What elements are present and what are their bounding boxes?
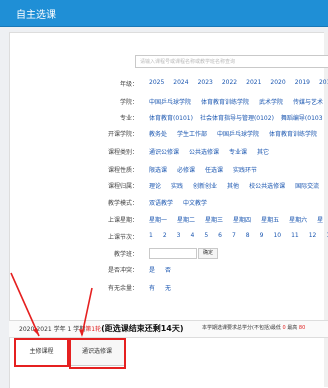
course-attr-option[interactable]: 实践 <box>171 183 183 190</box>
section-option[interactable]: 12 <box>309 232 317 239</box>
college-option[interactable]: 体育教育训练学院 <box>201 99 249 106</box>
filter-options-section: 12345678910111213 <box>149 232 328 239</box>
year-option[interactable]: 2020 <box>270 79 285 86</box>
filter-options-course-attr: 理论 实践 创新创业 其他 校公共选修课 国际交流 <box>149 181 328 190</box>
filter-options-weekday: 星期一 星期二 星期三 星期四 星期五 星期六 星 <box>149 215 328 224</box>
weekday-option[interactable]: 星期六 <box>289 217 307 224</box>
term-info: 2020-2021 学年 1 学期第1轮(距选课结束还剩14天) <box>19 323 184 334</box>
weekday-option[interactable]: 星期一 <box>149 217 167 224</box>
search-input[interactable]: 请输入课程号或课程名称或教学班名称查询 <box>135 55 328 68</box>
filter-options-teach-mode: 双语教学 中文教学 <box>149 198 217 207</box>
credit-info: 本学期选课要求总学分(不包括)最低 0 最高 80 <box>202 324 305 331</box>
major-option[interactable]: 体育教育(0101) <box>149 115 193 122</box>
filter-label-teacher: 教学班： <box>113 251 138 258</box>
course-attr-option[interactable]: 理论 <box>149 183 161 190</box>
weekday-option[interactable]: 星 <box>317 217 323 224</box>
remaining-option[interactable]: 无 <box>165 285 171 292</box>
filter-label-course-type: 课程类别： <box>107 149 138 156</box>
filter-options-course-type: 通识公修课 公共选修课 专业课 其它 <box>149 147 279 156</box>
filter-options-remaining: 有无 <box>149 283 181 292</box>
open-dept-option[interactable]: 学生工作部 <box>177 131 207 138</box>
course-type-option[interactable]: 公共选修课 <box>189 149 219 156</box>
filter-options-year: 2025 2024 2023 2022 2021 2020 2019 2018 <box>149 79 328 86</box>
course-type-option[interactable]: 通识公修课 <box>149 149 179 156</box>
section-option[interactable]: 4 <box>190 232 194 239</box>
term-label: 2020-2021 学年 1 学期 <box>19 326 86 333</box>
filter-label-remaining: 有无余量： <box>107 285 138 292</box>
countdown-label: (距选课结束还剩14天) <box>101 324 184 333</box>
course-attr-option[interactable]: 创新创业 <box>193 183 217 190</box>
course-attr-option[interactable]: 国际交流 <box>295 183 319 190</box>
college-option[interactable]: 武术学院 <box>259 99 283 106</box>
filter-label-conflict: 是否冲突： <box>107 267 138 274</box>
course-type-option[interactable]: 专业课 <box>229 149 247 156</box>
credit-max-label: 最高 <box>287 325 298 331</box>
year-option[interactable]: 2022 <box>222 79 237 86</box>
filter-label-course-nature: 课程性质： <box>107 167 138 174</box>
credit-max: 80 <box>298 325 306 331</box>
section-option[interactable]: 9 <box>260 232 264 239</box>
open-dept-option[interactable]: 教务处 <box>149 131 167 138</box>
section-option[interactable]: 1 <box>149 232 153 239</box>
year-option[interactable]: 2023 <box>198 79 213 86</box>
teach-mode-option[interactable]: 双语教学 <box>149 200 173 207</box>
course-nature-option[interactable]: 实践环节 <box>233 167 257 174</box>
section-option[interactable]: 3 <box>177 232 181 239</box>
section-option[interactable]: 8 <box>246 232 250 239</box>
open-dept-option[interactable]: 中国乒乓球学院 <box>217 131 259 138</box>
conflict-option[interactable]: 是 <box>149 267 155 274</box>
section-option[interactable]: 10 <box>273 232 281 239</box>
credit-min: 0 <box>282 325 286 331</box>
page-title: 自主选课 <box>16 10 56 21</box>
filter-options-conflict: 是否 <box>149 265 181 274</box>
section-option[interactable]: 5 <box>204 232 208 239</box>
filter-options-open-dept: 教务处 学生工作部 中国乒乓球学院 体育教育训练学院 <box>149 129 327 138</box>
confirm-button[interactable]: 确定 <box>198 248 219 259</box>
course-attr-option[interactable]: 校公共选修课 <box>249 183 285 190</box>
section-option[interactable]: 11 <box>291 232 299 239</box>
course-nature-option[interactable]: 限选课 <box>149 167 167 174</box>
section-option[interactable]: 7 <box>232 232 236 239</box>
tab-general-electives[interactable]: 通识选修课 <box>69 338 125 366</box>
round-label: 第1轮 <box>85 326 102 333</box>
filter-options-course-nature: 限选课 必修课 任选课 实践环节 <box>149 165 267 174</box>
weekday-option[interactable]: 星期四 <box>233 217 251 224</box>
weekday-option[interactable]: 星期三 <box>205 217 223 224</box>
teacher-input[interactable] <box>149 248 197 259</box>
filter-label-year: 年级： <box>119 81 138 88</box>
year-option[interactable]: 2025 <box>149 79 164 86</box>
teach-mode-option[interactable]: 中文教学 <box>183 200 207 207</box>
open-dept-option[interactable]: 体育教育训练学院 <box>269 131 317 138</box>
year-option[interactable]: 2024 <box>173 79 188 86</box>
filter-label-college: 学院： <box>119 99 138 106</box>
year-option[interactable]: 2021 <box>246 79 261 86</box>
weekday-option[interactable]: 星期五 <box>261 217 279 224</box>
major-option[interactable]: 社会体育指导与管理(0102) <box>200 115 274 122</box>
remaining-option[interactable]: 有 <box>149 285 155 292</box>
weekday-option[interactable]: 星期二 <box>177 217 195 224</box>
section-option[interactable]: 6 <box>218 232 222 239</box>
filter-label-teach-mode: 教学模式： <box>107 200 138 207</box>
section-option[interactable]: 2 <box>163 232 167 239</box>
filter-options-college: 中国乒乓球学院 体育教育训练学院 武术学院 传媒与艺术 <box>149 97 328 106</box>
filter-label-weekday: 上课星期： <box>107 217 138 224</box>
year-option[interactable]: 2019 <box>295 79 310 86</box>
filter-label-section: 上课节次： <box>107 234 138 241</box>
filter-label-course-attr: 课程归属： <box>107 183 138 190</box>
header-bar: 自主选课 <box>0 0 328 27</box>
credit-text: 本学期选课要求总学分(不包括)最低 <box>202 325 281 331</box>
college-option[interactable]: 传媒与艺术 <box>293 99 323 106</box>
course-nature-option[interactable]: 任选课 <box>205 167 223 174</box>
filter-label-major: 专业： <box>119 115 138 122</box>
course-type-option[interactable]: 其它 <box>257 149 269 156</box>
major-option[interactable]: 舞蹈编导(0103 <box>281 115 323 122</box>
conflict-option[interactable]: 否 <box>165 267 171 274</box>
tab-major-courses[interactable]: 主修课程 <box>14 338 69 366</box>
course-attr-option[interactable]: 其他 <box>227 183 239 190</box>
year-option[interactable]: 2018 <box>319 79 328 86</box>
college-option[interactable]: 中国乒乓球学院 <box>149 99 191 106</box>
filter-label-open-dept: 开课学院： <box>107 131 138 138</box>
course-nature-option[interactable]: 必修课 <box>177 167 195 174</box>
filter-options-major: 体育教育(0101) 社会体育指导与管理(0102) 舞蹈编导(0103 <box>149 113 328 122</box>
